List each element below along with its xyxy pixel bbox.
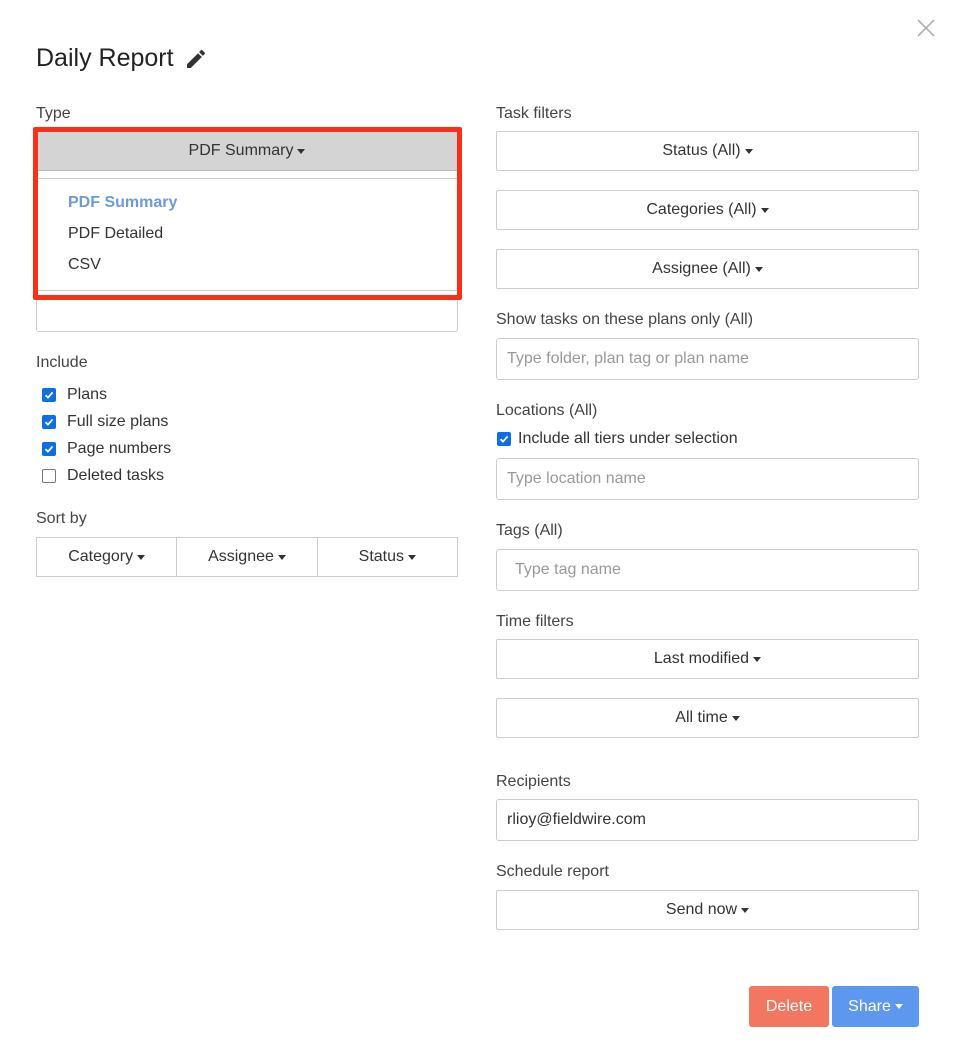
tags-input[interactable] bbox=[496, 549, 919, 591]
include-deleted-label: Deleted tasks bbox=[67, 467, 164, 484]
dialog-title: Daily Report bbox=[36, 44, 174, 72]
share-label: Share bbox=[848, 997, 891, 1015]
plans-filter-label: Show tasks on these plans only (All) bbox=[496, 311, 754, 328]
caret-down-icon bbox=[760, 207, 769, 213]
caret-down-icon bbox=[137, 554, 146, 560]
type-option-pdf-summary[interactable]: PDF Summary bbox=[37, 187, 457, 218]
include-plans-row[interactable]: Plans bbox=[42, 386, 107, 404]
type-label: Type bbox=[36, 105, 71, 122]
caret-down-icon bbox=[731, 715, 740, 721]
type-dropdown: PDF Summary PDF Summary PDF Detailed CSV bbox=[36, 131, 458, 291]
locations-label: Locations (All) bbox=[496, 402, 598, 419]
caret-down-icon bbox=[297, 148, 306, 154]
all-time-label: All time bbox=[675, 709, 728, 726]
checkbox-checked-icon[interactable] bbox=[42, 442, 56, 456]
caret-down-icon bbox=[754, 266, 763, 272]
status-filter-label: Status (All) bbox=[662, 142, 741, 159]
sort-status-button[interactable]: Status bbox=[316, 537, 458, 577]
caret-down-icon bbox=[408, 554, 416, 560]
checkbox-checked-icon[interactable] bbox=[42, 388, 56, 402]
sort-assignee-label: Assignee bbox=[208, 548, 274, 565]
sort-status-label: Status bbox=[358, 548, 404, 565]
share-button[interactable]: Share bbox=[832, 986, 919, 1027]
include-full-size-label: Full size plans bbox=[67, 413, 169, 430]
menu-divider bbox=[37, 178, 457, 179]
dialog-header: Daily Report bbox=[36, 44, 208, 73]
categories-filter-button[interactable]: Categories (All) bbox=[496, 190, 919, 230]
include-page-numbers-row[interactable]: Page numbers bbox=[42, 440, 171, 458]
last-modified-button[interactable]: Last modified bbox=[496, 639, 919, 679]
recipients-label: Recipients bbox=[496, 773, 571, 790]
pencil-icon[interactable] bbox=[184, 47, 208, 71]
close-icon[interactable] bbox=[915, 17, 937, 39]
caret-down-icon bbox=[894, 1004, 903, 1009]
sort-category-button[interactable]: Category bbox=[36, 537, 178, 577]
last-modified-label: Last modified bbox=[653, 650, 750, 667]
include-page-numbers-label: Page numbers bbox=[67, 440, 172, 457]
send-now-button[interactable]: Send now bbox=[496, 890, 919, 930]
sort-by-group: Category Assignee Status bbox=[36, 537, 458, 577]
type-select-button[interactable]: PDF Summary bbox=[36, 131, 458, 171]
status-filter-button[interactable]: Status (All) bbox=[496, 131, 919, 171]
location-input[interactable] bbox=[496, 458, 919, 500]
type-menu: PDF Summary PDF Detailed CSV bbox=[36, 171, 458, 291]
time-filters-label: Time filters bbox=[496, 613, 574, 630]
type-selected-label: PDF Summary bbox=[188, 142, 294, 159]
include-label: Include bbox=[36, 354, 88, 371]
checkbox-checked-icon[interactable] bbox=[42, 415, 56, 429]
checkbox-unchecked-icon[interactable] bbox=[42, 469, 56, 483]
caret-down-icon bbox=[277, 554, 286, 560]
checkbox-checked-icon[interactable] bbox=[497, 432, 511, 446]
send-now-label: Send now bbox=[665, 901, 738, 918]
plans-filter-input[interactable] bbox=[496, 338, 919, 380]
schedule-label: Schedule report bbox=[496, 863, 609, 880]
sort-assignee-button[interactable]: Assignee bbox=[176, 537, 318, 577]
delete-button[interactable]: Delete bbox=[749, 986, 829, 1027]
include-plans-label: Plans bbox=[67, 386, 108, 403]
recipients-input[interactable] bbox=[496, 799, 919, 841]
sort-category-label: Category bbox=[68, 548, 134, 565]
hidden-field bbox=[36, 296, 458, 332]
delete-label: Delete bbox=[765, 997, 813, 1015]
include-full-size-row[interactable]: Full size plans bbox=[42, 413, 168, 431]
tags-label: Tags (All) bbox=[496, 522, 563, 539]
caret-down-icon bbox=[753, 656, 762, 662]
all-time-button[interactable]: All time bbox=[496, 698, 919, 738]
sort-by-label: Sort by bbox=[36, 510, 87, 527]
include-tiers-label: Include all tiers under selection bbox=[518, 430, 738, 447]
type-option-csv[interactable]: CSV bbox=[37, 249, 457, 280]
assignee-filter-label: Assignee (All) bbox=[652, 260, 751, 277]
task-filters-label: Task filters bbox=[496, 105, 572, 122]
caret-down-icon bbox=[744, 148, 753, 154]
include-tiers-row[interactable]: Include all tiers under selection bbox=[497, 430, 738, 448]
include-deleted-row[interactable]: Deleted tasks bbox=[42, 467, 164, 485]
assignee-filter-button[interactable]: Assignee (All) bbox=[496, 249, 919, 289]
type-option-pdf-detailed[interactable]: PDF Detailed bbox=[37, 218, 457, 249]
categories-filter-label: Categories (All) bbox=[646, 201, 757, 218]
caret-down-icon bbox=[741, 907, 750, 913]
